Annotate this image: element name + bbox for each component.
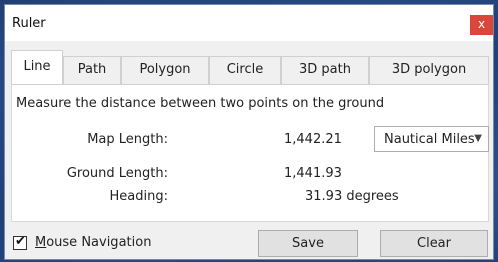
tab-circle[interactable]: Circle [209, 56, 281, 84]
clear-button-label: Clear [417, 236, 451, 251]
tab-3d-polygon[interactable]: 3D polygon [369, 56, 489, 84]
chevron-down-icon: ▼ [474, 133, 482, 144]
heading-label: Heading: [109, 189, 168, 204]
clear-button[interactable]: Clear [380, 230, 488, 257]
description-text: Measure the distance between two points … [16, 96, 385, 111]
tab-polygon[interactable]: Polygon [121, 56, 209, 84]
tab-label: Line [23, 59, 51, 74]
title-bar[interactable]: Ruler x [5, 5, 493, 41]
ground-length-label: Ground Length: [66, 166, 168, 181]
close-icon: x [477, 17, 486, 31]
unit-select-value: Nautical Miles [384, 132, 475, 147]
map-length-label: Map Length: [87, 132, 168, 147]
tab-label: Circle [226, 62, 264, 77]
mouse-navigation-text: ouse Navigation [46, 235, 152, 250]
window-title: Ruler [12, 16, 46, 31]
mouse-navigation-label[interactable]: Mouse Navigation [35, 235, 151, 250]
mnemonic-m: M [35, 235, 47, 250]
tab-label: 3D path [299, 62, 351, 77]
map-length-value: 1,442.21 [284, 132, 342, 147]
tab-3d-path[interactable]: 3D path [281, 56, 369, 84]
check-icon: ✔ [15, 234, 26, 249]
save-button-label: Save [292, 236, 324, 251]
tab-line[interactable]: Line [11, 50, 63, 84]
close-button[interactable]: x [470, 15, 493, 35]
tab-label: 3D polygon [391, 62, 467, 77]
tab-path[interactable]: Path [63, 56, 121, 84]
unit-select[interactable]: Nautical Miles ▼ [374, 126, 489, 152]
tab-label: Path [77, 62, 107, 77]
mouse-navigation-checkbox[interactable]: ✔ [13, 234, 27, 250]
ground-length-value: 1,441.93 [284, 166, 342, 181]
save-button[interactable]: Save [258, 230, 358, 257]
heading-value: 31.93 degrees [305, 189, 399, 204]
tab-label: Polygon [139, 62, 191, 77]
